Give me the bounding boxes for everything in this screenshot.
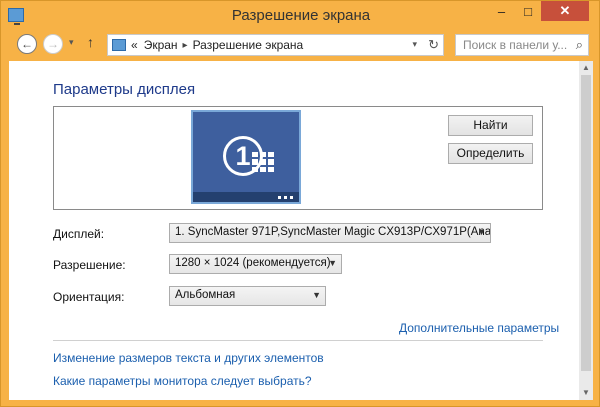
find-button[interactable]: Найти <box>448 115 533 136</box>
display-label: Дисплей: <box>53 227 105 241</box>
forward-icon[interactable]: → <box>43 34 63 54</box>
close-button[interactable]: ✕ <box>541 1 589 21</box>
address-dropdown-icon[interactable]: ▾ <box>412 39 417 50</box>
chevron-down-icon: ▼ <box>312 290 321 300</box>
search-placeholder: Поиск в панели у... <box>463 38 568 52</box>
up-icon[interactable]: ↑ <box>87 34 94 50</box>
chevron-down-icon: ▼ <box>477 227 486 237</box>
orientation-label: Ориентация: <box>53 290 125 304</box>
advanced-settings-link[interactable]: Дополнительные параметры <box>399 321 559 335</box>
scroll-up-icon[interactable]: ▲ <box>579 61 593 75</box>
main-content: Параметры дисплея 1 Найти Определить Дис… <box>9 61 593 400</box>
display-select[interactable]: 1. SyncMaster 971P,SyncMaster Magic CX91… <box>169 223 491 243</box>
display-preview-panel: 1 Найти Определить <box>53 106 543 210</box>
back-icon[interactable]: ← <box>17 34 37 54</box>
page-title: Параметры дисплея <box>53 81 196 98</box>
minimize-button[interactable]: – <box>488 1 515 21</box>
chevron-down-icon: ▼ <box>328 258 337 268</box>
scroll-thumb[interactable] <box>581 75 591 371</box>
resolution-select-value: 1280 × 1024 (рекомендуется) <box>175 257 331 269</box>
search-icon[interactable]: ⌕ <box>576 37 583 53</box>
display-select-value: 1. SyncMaster 971P,SyncMaster Magic CX91… <box>175 226 491 238</box>
title-bar[interactable]: Разрешение экрана – □ ✕ <box>1 1 600 31</box>
recent-locations-dropdown[interactable]: ▾ <box>69 37 74 48</box>
windows-grid-icon <box>252 152 274 172</box>
refresh-icon[interactable]: ↻ <box>428 37 439 53</box>
text-size-link[interactable]: Изменение размеров текста и других элеме… <box>53 351 324 365</box>
breadcrumb-separator-icon[interactable]: ▸ <box>183 40 188 51</box>
monitor-icon[interactable]: 1 <box>191 110 301 204</box>
divider <box>53 340 543 341</box>
breadcrumb-screen[interactable]: Экран <box>144 38 178 52</box>
orientation-select[interactable]: Альбомная ▼ <box>169 286 326 306</box>
resolution-select[interactable]: 1280 × 1024 (рекомендуется) ▼ <box>169 254 342 274</box>
control-panel-icon <box>112 39 126 51</box>
resolution-label: Разрешение: <box>53 258 126 272</box>
window: Разрешение экрана – □ ✕ ← → ▾ ↑ « Экран … <box>0 0 600 407</box>
search-input[interactable]: Поиск в панели у... ⌕ <box>455 34 589 56</box>
orientation-select-value: Альбомная <box>175 289 236 301</box>
monitor-settings-help-link[interactable]: Какие параметры монитора следует выбрать… <box>53 374 312 388</box>
breadcrumb-screen-resolution[interactable]: Разрешение экрана <box>193 38 304 52</box>
scroll-down-icon[interactable]: ▼ <box>579 386 593 400</box>
address-overflow[interactable]: « <box>131 38 138 52</box>
monitor-taskbar <box>193 192 299 202</box>
identify-button[interactable]: Определить <box>448 143 533 164</box>
maximize-button[interactable]: □ <box>515 1 541 21</box>
address-bar[interactable]: « Экран ▸ Разрешение экрана ▾ ↻ <box>107 34 444 56</box>
vertical-scrollbar[interactable]: ▲ ▼ <box>579 61 593 400</box>
navigation-toolbar: ← → ▾ ↑ « Экран ▸ Разрешение экрана ▾ ↻ … <box>9 31 593 61</box>
